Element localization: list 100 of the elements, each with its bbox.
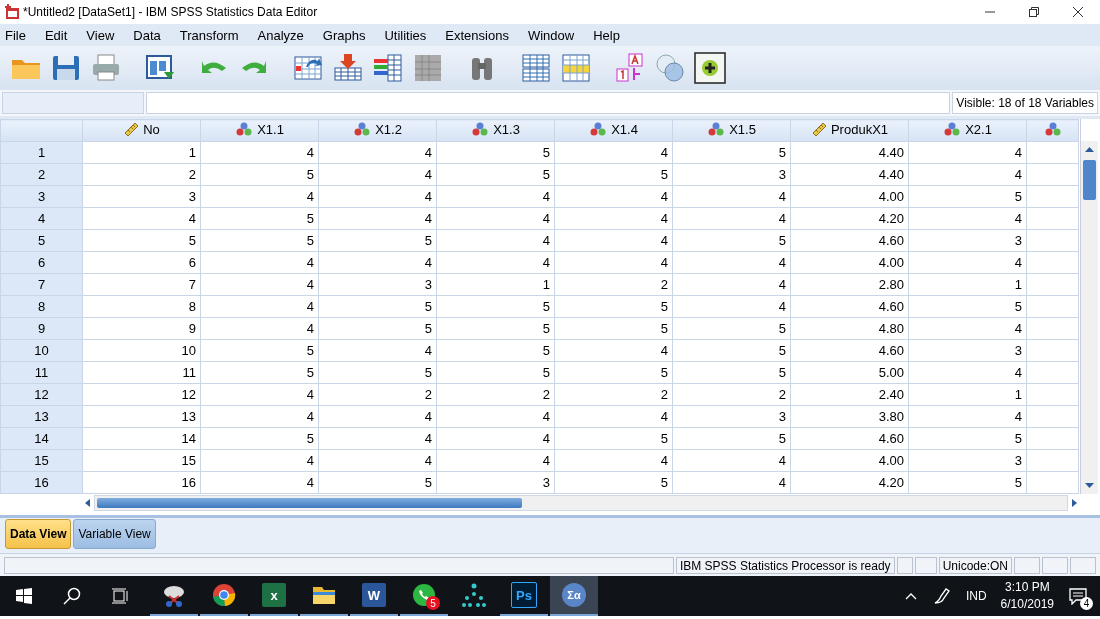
table-cell[interactable]: 5 bbox=[672, 339, 791, 362]
scroll-thumb[interactable] bbox=[1083, 160, 1096, 200]
table-cell[interactable]: 5 bbox=[200, 207, 319, 230]
row-number[interactable]: 14 bbox=[0, 427, 83, 450]
table-cell[interactable]: 4.60 bbox=[790, 295, 909, 318]
table-cell[interactable]: 5 bbox=[200, 339, 319, 362]
table-cell[interactable]: 5 bbox=[554, 163, 673, 186]
table-cell[interactable]: 4 bbox=[554, 449, 673, 472]
taskbar-app[interactable]: x bbox=[250, 576, 298, 616]
table-cell[interactable]: 4 bbox=[318, 427, 437, 450]
highlighted-table-icon[interactable] bbox=[560, 52, 592, 84]
table-cell[interactable]: 4 bbox=[318, 185, 437, 208]
table-cell[interactable]: 4 bbox=[908, 207, 1027, 230]
table-cell[interactable]: 4 bbox=[672, 185, 791, 208]
table-cell[interactable]: 5 bbox=[200, 427, 319, 450]
table-cell[interactable]: 4 bbox=[908, 141, 1027, 164]
scroll-thumb[interactable] bbox=[97, 498, 522, 508]
table-cell[interactable]: 6 bbox=[82, 251, 201, 274]
table-cell[interactable]: 4 bbox=[672, 207, 791, 230]
table-cell[interactable]: 2 bbox=[82, 163, 201, 186]
menu-item[interactable]: Utilities bbox=[379, 27, 437, 43]
table-cell[interactable]: 4 bbox=[554, 339, 673, 362]
table-cell[interactable]: 4 bbox=[200, 251, 319, 274]
menu-item[interactable]: File bbox=[0, 27, 36, 43]
table-cell[interactable]: 3 bbox=[436, 471, 555, 494]
table-cell[interactable]: 4 bbox=[200, 141, 319, 164]
taskbar-app[interactable]: Ps bbox=[500, 576, 548, 616]
view-tab[interactable]: Data View bbox=[5, 519, 72, 549]
table-cell[interactable]: 2 bbox=[554, 383, 673, 406]
table-cell[interactable]: 4 bbox=[436, 405, 555, 428]
table-cell[interactable]: 4 bbox=[318, 405, 437, 428]
table-cell[interactable]: 4.40 bbox=[790, 141, 909, 164]
table-cell[interactable]: 2 bbox=[554, 273, 673, 296]
table-cell[interactable]: 3.80 bbox=[790, 405, 909, 428]
search-icon[interactable] bbox=[63, 587, 81, 605]
table-cell[interactable]: 5 bbox=[672, 317, 791, 340]
table-cell[interactable]: 4 bbox=[436, 229, 555, 252]
table-cell[interactable]: 4 bbox=[200, 449, 319, 472]
table-cell[interactable]: 5 bbox=[318, 229, 437, 252]
table-cell[interactable]: 4.00 bbox=[790, 449, 909, 472]
table-cell[interactable]: 13 bbox=[82, 405, 201, 428]
column-header[interactable]: X1.1 bbox=[200, 119, 319, 142]
table-cell[interactable]: 5 bbox=[908, 471, 1027, 494]
table-cell[interactable]: 4 bbox=[672, 295, 791, 318]
table-cell[interactable]: 5 bbox=[672, 427, 791, 450]
table-cell[interactable]: 4 bbox=[672, 449, 791, 472]
table-cell[interactable]: 4 bbox=[436, 251, 555, 274]
table-cell[interactable]: 5 bbox=[318, 317, 437, 340]
table-cell[interactable]: 5 bbox=[436, 141, 555, 164]
table-cell[interactable]: 8 bbox=[82, 295, 201, 318]
table-cell[interactable]: 5 bbox=[318, 295, 437, 318]
table-cell[interactable]: 2 bbox=[318, 383, 437, 406]
table-cell[interactable]: 4.40 bbox=[790, 163, 909, 186]
table-cell[interactable]: 3 bbox=[82, 185, 201, 208]
menu-item[interactable]: View bbox=[81, 27, 125, 43]
menu-item[interactable]: Graphs bbox=[317, 27, 376, 43]
column-header[interactable]: X2.1 bbox=[908, 119, 1027, 142]
table-cell[interactable]: 4 bbox=[672, 251, 791, 274]
row-number[interactable]: 1 bbox=[0, 141, 83, 164]
table-cell[interactable]: 4 bbox=[672, 273, 791, 296]
split-table-icon[interactable] bbox=[520, 52, 552, 84]
cell-value-field[interactable] bbox=[146, 92, 951, 114]
table-cell[interactable]: 9 bbox=[82, 317, 201, 340]
table-cell[interactable]: 4 bbox=[554, 141, 673, 164]
table-cell[interactable]: 1 bbox=[436, 273, 555, 296]
table-cell[interactable]: 4 bbox=[200, 317, 319, 340]
table-cell[interactable]: 4.60 bbox=[790, 339, 909, 362]
table-cell[interactable]: 5 bbox=[672, 141, 791, 164]
column-header[interactable]: X1.4 bbox=[554, 119, 673, 142]
table-cell[interactable]: 5 bbox=[200, 229, 319, 252]
notification-icon[interactable] bbox=[1068, 587, 1088, 605]
table-cell[interactable]: 3 bbox=[908, 229, 1027, 252]
table-cell[interactable]: 4 bbox=[318, 163, 437, 186]
printer-icon[interactable] bbox=[90, 52, 122, 84]
table-cell[interactable]: 5 bbox=[436, 163, 555, 186]
table-cell[interactable]: 4 bbox=[908, 317, 1027, 340]
table-cell[interactable]: 4.60 bbox=[790, 427, 909, 450]
table-cell[interactable]: 3 bbox=[672, 405, 791, 428]
table-cell[interactable]: 5 bbox=[318, 471, 437, 494]
row-number[interactable]: 16 bbox=[0, 471, 83, 494]
table-cell[interactable]: 4 bbox=[672, 471, 791, 494]
taskbar-app[interactable]: W bbox=[350, 576, 398, 616]
table-cell[interactable]: 4 bbox=[318, 141, 437, 164]
column-header[interactable]: X1.5 bbox=[672, 119, 791, 142]
table-cell[interactable]: 5 bbox=[82, 229, 201, 252]
table-cell[interactable]: 4 bbox=[554, 251, 673, 274]
table-cell[interactable]: 5 bbox=[318, 361, 437, 384]
menu-item[interactable]: Window bbox=[522, 27, 585, 43]
table-cell[interactable]: 5 bbox=[436, 295, 555, 318]
table-cell[interactable]: 4 bbox=[436, 207, 555, 230]
table-cell[interactable]: 11 bbox=[82, 361, 201, 384]
table-cell[interactable]: 4 bbox=[200, 383, 319, 406]
row-number[interactable]: 6 bbox=[0, 251, 83, 274]
column-header[interactable] bbox=[1026, 119, 1079, 142]
table-cell[interactable]: 4 bbox=[436, 449, 555, 472]
table-cell[interactable]: 4 bbox=[200, 273, 319, 296]
clock-time[interactable]: 3:10 PM bbox=[1004, 579, 1050, 596]
table-cell[interactable]: 4 bbox=[436, 427, 555, 450]
table-cell[interactable]: 4 bbox=[200, 405, 319, 428]
table-cell[interactable]: 5 bbox=[436, 317, 555, 340]
